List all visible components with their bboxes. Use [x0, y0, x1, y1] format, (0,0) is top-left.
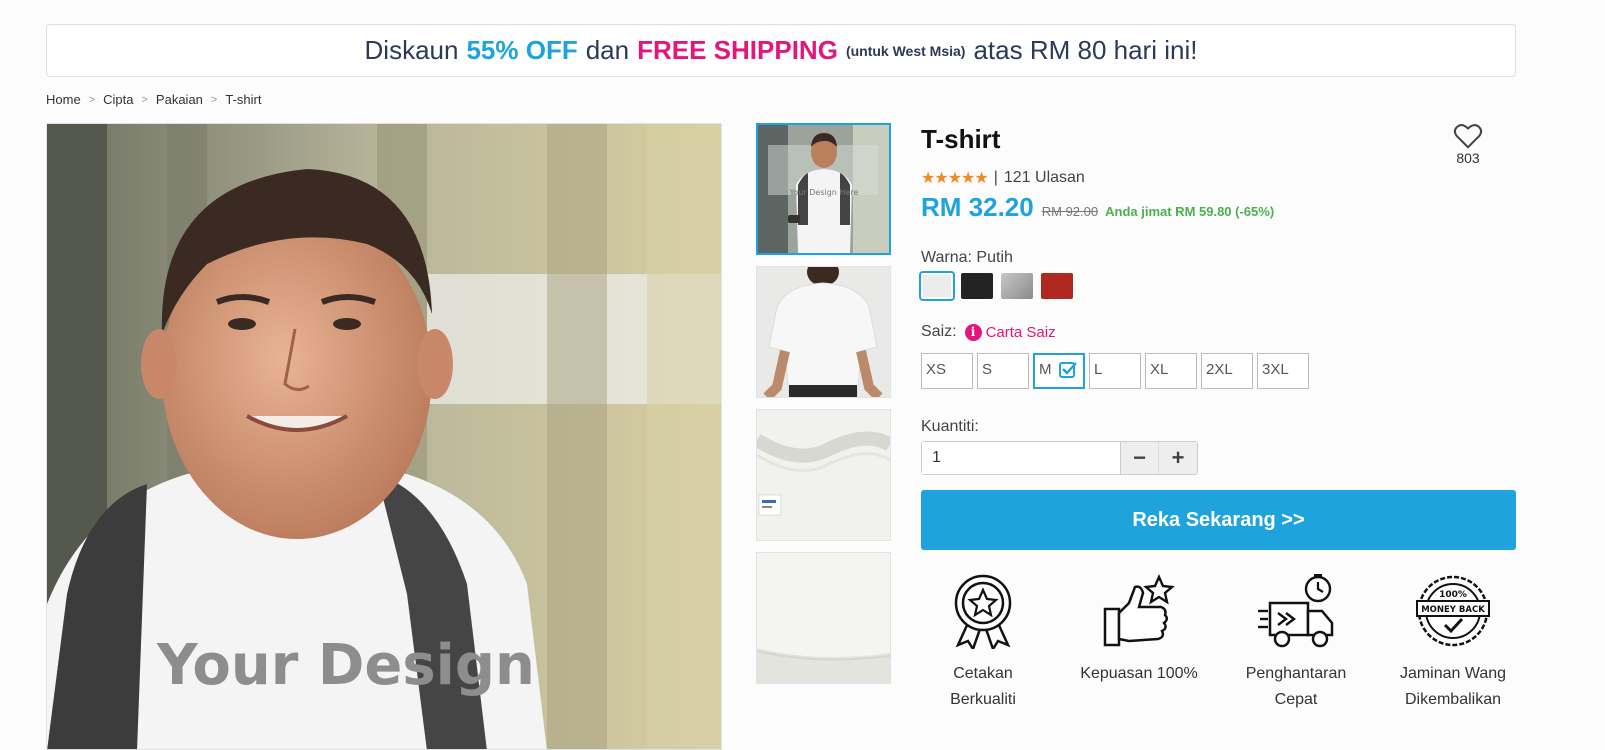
rating-stars: ★★★★★	[921, 170, 989, 187]
breadcrumb-separator: >	[88, 93, 96, 106]
banner-text-2: dan	[585, 35, 630, 65]
money-back-seal-icon: 100% MONEY BACK	[1416, 575, 1490, 647]
color-swatches	[919, 271, 1081, 301]
size-option-m[interactable]: M	[1033, 353, 1085, 389]
swatch-white[interactable]	[919, 271, 955, 301]
main-product-photo[interactable]: Your Design	[46, 123, 722, 750]
design-now-button[interactable]: Reka Sekarang >>	[921, 490, 1516, 550]
thumbnail-2[interactable]	[756, 266, 891, 398]
seal-percent: 100%	[1439, 590, 1467, 600]
quantity-input[interactable]	[922, 442, 1121, 474]
feature-satisfaction-line1: Kepuasan 100%	[1080, 665, 1198, 682]
thumbs-up-star-icon	[1103, 574, 1175, 647]
feature-moneyback-line1: Jaminan Wang	[1399, 665, 1507, 682]
size-option-label: M	[1039, 361, 1052, 378]
feature-moneyback-line2: Dikembalikan	[1404, 691, 1502, 708]
model-photo-illustration: Your Design	[47, 124, 721, 749]
favorite-button[interactable]: 803	[1448, 122, 1488, 166]
thumbnail-3[interactable]	[756, 409, 891, 541]
breadcrumb-pakaian[interactable]: Pakaian	[156, 92, 203, 107]
thumbnail-4[interactable]	[756, 552, 891, 684]
shirt-back-photo-icon	[757, 267, 890, 397]
heart-icon	[1453, 124, 1483, 149]
swatch-red[interactable]	[1041, 273, 1073, 299]
size-option-label: L	[1094, 361, 1103, 378]
swatch-black[interactable]	[961, 273, 993, 299]
quantity-label: Kuantiti:	[921, 418, 979, 435]
main-photo-design-text: Your Design	[156, 633, 535, 698]
size-option-s[interactable]: S	[977, 353, 1029, 389]
size-label-row: Saiz: i Carta Saiz	[921, 323, 1056, 341]
model-front-photo-icon: Your Design Here	[758, 125, 889, 253]
feature-delivery-line2: Cepat	[1274, 691, 1318, 708]
size-option-xl[interactable]: XL	[1145, 353, 1197, 389]
size-option-label: XL	[1150, 361, 1169, 378]
feature-fast-delivery: Penghantaran Cepat	[1226, 573, 1366, 713]
size-option-2xl[interactable]: 2XL	[1201, 353, 1253, 389]
size-option-label: XS	[926, 361, 947, 378]
collar-closeup-photo-icon	[757, 410, 890, 540]
size-option-xs[interactable]: XS	[921, 353, 973, 389]
size-option-3xl[interactable]: 3XL	[1257, 353, 1309, 389]
size-option-label: 3XL	[1262, 361, 1289, 378]
feature-delivery-line1: Penghantaran	[1245, 665, 1347, 682]
seal-band: MONEY BACK	[1421, 605, 1485, 615]
checkbox-checked-icon	[1059, 362, 1077, 378]
feature-money-back: 100% MONEY BACK Jaminan Wang Dikembalika…	[1383, 573, 1523, 713]
quantity-minus-button[interactable]: −	[1121, 442, 1159, 474]
banner-free-shipping: FREE SHIPPING	[637, 35, 838, 65]
promo-banner: Diskaun 55% OFF dan FREE SHIPPING (untuk…	[46, 24, 1516, 77]
thumbnail-1[interactable]: Your Design Here	[756, 123, 891, 255]
banner-text-3: atas RM 80 hari ini!	[973, 35, 1198, 65]
info-icon: i	[964, 323, 982, 341]
banner-text-1: Diskaun	[364, 35, 459, 65]
original-price: RM 92.00	[1041, 204, 1099, 219]
breadcrumb-current: T-shirt	[225, 92, 262, 107]
quantity-stepper: − +	[921, 441, 1198, 475]
banner-note: (untuk West Msia)	[845, 42, 966, 59]
rating-separator: |	[993, 169, 998, 186]
size-option-l[interactable]: L	[1089, 353, 1141, 389]
savings-text: Anda jimat RM 59.80 (-65%)	[1105, 204, 1275, 219]
breadcrumb: Home > Cipta > Pakaian > T-shirt	[46, 92, 261, 107]
color-label: Warna: Putih	[921, 249, 1013, 266]
breadcrumb-separator: >	[141, 93, 148, 106]
size-options: XS S M L XL 2XL 3XL	[921, 353, 1313, 389]
breadcrumb-home[interactable]: Home	[46, 92, 81, 107]
product-title: T-shirt	[921, 124, 1001, 154]
price-row: RM 32.20 RM 92.00 Anda jimat RM 59.80 (-…	[921, 192, 1274, 223]
size-option-label: 2XL	[1206, 361, 1233, 378]
quality-badge-icon	[954, 574, 1012, 649]
size-chart-label: Carta Saiz	[985, 323, 1056, 341]
current-price: RM 32.20	[921, 192, 1034, 222]
rating-row: ★★★★★ | 121 Ulasan	[921, 168, 1085, 188]
size-chart-link[interactable]: i Carta Saiz	[964, 323, 1056, 341]
breadcrumb-separator: >	[210, 93, 218, 106]
feature-quality-line1: Cetakan	[953, 665, 1013, 682]
size-label: Saiz:	[921, 323, 957, 340]
favorite-count: 803	[1456, 150, 1480, 166]
feature-quality-line2: Berkualiti	[950, 691, 1016, 708]
reviews-link[interactable]: 121 Ulasan	[1004, 169, 1085, 187]
size-option-label: S	[982, 361, 993, 378]
feature-quality-print: Cetakan Berkualiti	[913, 573, 1053, 713]
breadcrumb-cipta[interactable]: Cipta	[103, 92, 133, 107]
banner-discount: 55% OFF	[466, 35, 578, 65]
swatch-grey[interactable]	[1001, 273, 1033, 299]
fabric-closeup-photo-icon	[757, 553, 890, 683]
quantity-plus-button[interactable]: +	[1159, 442, 1197, 474]
thumb-design-text: Your Design Here	[789, 188, 859, 197]
feature-satisfaction: Kepuasan 100%	[1069, 573, 1209, 687]
fast-delivery-truck-icon	[1258, 574, 1334, 648]
